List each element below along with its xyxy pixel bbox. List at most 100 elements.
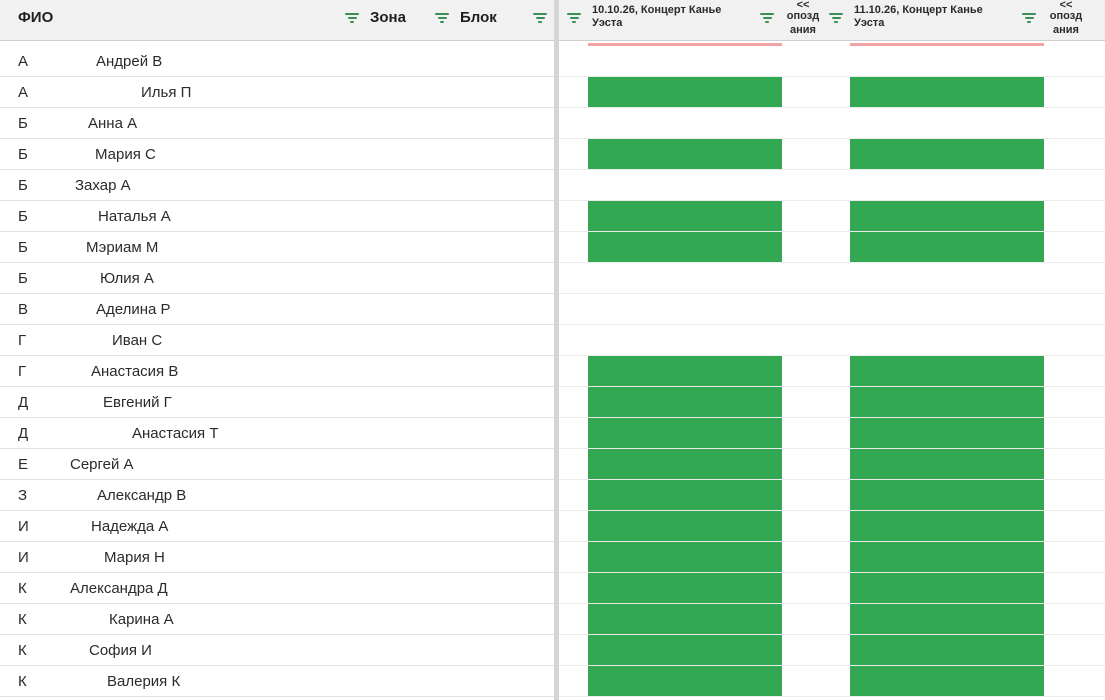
name-cell[interactable]: Наталья А: [98, 208, 171, 225]
filter-icon-event1[interactable]: [567, 13, 581, 25]
event1-attended-cell[interactable]: [588, 387, 782, 418]
table-row[interactable]: Г Иван С: [0, 325, 1105, 356]
zone-cell[interactable]: Б: [18, 146, 28, 163]
table-row[interactable]: Б Захар А: [0, 170, 1105, 201]
name-cell[interactable]: Евгений Г: [103, 394, 172, 411]
event1-attended-cell[interactable]: [588, 635, 782, 666]
header-late2-line2[interactable]: опозд: [1046, 11, 1086, 22]
table-row[interactable]: Б Анна А: [0, 108, 1105, 139]
event2-attended-cell[interactable]: [850, 418, 1044, 449]
table-row[interactable]: Д Анастасия Т: [0, 418, 1105, 449]
zone-cell[interactable]: И: [18, 518, 29, 535]
zone-cell[interactable]: Б: [18, 115, 28, 132]
table-row[interactable]: И Мария Н: [0, 542, 1105, 573]
event2-attended-cell[interactable]: [850, 77, 1044, 108]
table-row[interactable]: И Надежда А: [0, 511, 1105, 542]
header-late2-line3[interactable]: ания: [1046, 25, 1086, 36]
header-late1-line3[interactable]: ания: [783, 25, 823, 36]
event1-attended-cell[interactable]: [588, 542, 782, 573]
table-row[interactable]: Б Мария С: [0, 139, 1105, 170]
table-row[interactable]: А Илья П: [0, 77, 1105, 108]
zone-cell[interactable]: Е: [18, 456, 28, 473]
zone-cell[interactable]: Б: [18, 239, 28, 256]
name-cell[interactable]: Илья П: [141, 84, 191, 101]
frozen-columns-divider[interactable]: [554, 0, 559, 700]
event2-attended-cell[interactable]: [850, 232, 1044, 263]
table-row[interactable]: К София И: [0, 635, 1105, 666]
event1-attended-cell[interactable]: [588, 604, 782, 635]
zone-cell[interactable]: К: [18, 673, 27, 690]
header-event1-line1[interactable]: 10.10.26, Концерт Канье: [592, 5, 721, 16]
filter-icon-event1-end[interactable]: [760, 13, 774, 25]
event2-attended-cell[interactable]: [850, 635, 1044, 666]
zone-cell[interactable]: З: [18, 487, 27, 504]
event2-attended-cell[interactable]: [850, 542, 1044, 573]
event1-attended-cell[interactable]: [588, 201, 782, 232]
header-event2-line1[interactable]: 11.10.26, Концерт Канье: [854, 5, 983, 16]
event1-attended-cell[interactable]: [588, 480, 782, 511]
zone-cell[interactable]: Б: [18, 177, 28, 194]
header-blok[interactable]: Блок: [460, 9, 497, 26]
table-row[interactable]: А Андрей В: [0, 46, 1105, 77]
event1-attended-cell[interactable]: [588, 139, 782, 170]
header-event2-line2[interactable]: Уэста: [854, 18, 884, 29]
name-cell[interactable]: Карина А: [109, 611, 174, 628]
zone-cell[interactable]: К: [18, 611, 27, 628]
filter-icon-event2-end[interactable]: [1022, 13, 1036, 25]
event2-attended-cell[interactable]: [850, 573, 1044, 604]
zone-cell[interactable]: Д: [18, 394, 28, 411]
table-row[interactable]: Д Евгений Г: [0, 387, 1105, 418]
table-row[interactable]: К Валерия К: [0, 666, 1105, 697]
filter-icon-blok[interactable]: [435, 13, 449, 25]
name-cell[interactable]: Сергей А: [70, 456, 134, 473]
event2-attended-cell[interactable]: [850, 356, 1044, 387]
header-late1-line2[interactable]: опозд: [783, 11, 823, 22]
filter-icon-zona[interactable]: [345, 13, 359, 25]
table-row[interactable]: Б Юлия А: [0, 263, 1105, 294]
zone-cell[interactable]: Б: [18, 270, 28, 287]
event1-attended-cell[interactable]: [588, 511, 782, 542]
table-row[interactable]: З Александр В: [0, 480, 1105, 511]
name-cell[interactable]: Захар А: [75, 177, 131, 194]
event2-attended-cell[interactable]: [850, 387, 1044, 418]
zone-cell[interactable]: Г: [18, 363, 26, 380]
table-row[interactable]: Е Сергей А: [0, 449, 1105, 480]
name-cell[interactable]: Мария Н: [104, 549, 165, 566]
zone-cell[interactable]: Д: [18, 425, 28, 442]
table-row[interactable]: Б Наталья А: [0, 201, 1105, 232]
name-cell[interactable]: Александр В: [97, 487, 186, 504]
name-cell[interactable]: Юлия А: [100, 270, 154, 287]
table-row[interactable]: К Карина А: [0, 604, 1105, 635]
event1-attended-cell[interactable]: [588, 356, 782, 387]
zone-cell[interactable]: А: [18, 53, 28, 70]
name-cell[interactable]: Андрей В: [96, 53, 162, 70]
zone-cell[interactable]: И: [18, 549, 29, 566]
name-cell[interactable]: Анастасия Т: [132, 425, 219, 442]
event2-attended-cell[interactable]: [850, 666, 1044, 697]
zone-cell[interactable]: В: [18, 301, 28, 318]
zone-cell[interactable]: К: [18, 642, 27, 659]
event2-attended-cell[interactable]: [850, 201, 1044, 232]
event2-attended-cell[interactable]: [850, 480, 1044, 511]
event1-attended-cell[interactable]: [588, 77, 782, 108]
table-row[interactable]: К Александра Д: [0, 573, 1105, 604]
header-fio[interactable]: ФИО: [18, 9, 53, 26]
name-cell[interactable]: Аделина Р: [96, 301, 171, 318]
event1-attended-cell[interactable]: [588, 418, 782, 449]
table-row[interactable]: Г Анастасия В: [0, 356, 1105, 387]
zone-cell[interactable]: Г: [18, 332, 26, 349]
zone-cell[interactable]: А: [18, 84, 28, 101]
name-cell[interactable]: Мария С: [95, 146, 156, 163]
event2-attended-cell[interactable]: [850, 449, 1044, 480]
name-cell[interactable]: Иван С: [112, 332, 162, 349]
name-cell[interactable]: Анастасия В: [91, 363, 178, 380]
filter-icon-blok-end[interactable]: [533, 13, 547, 25]
event1-attended-cell[interactable]: [588, 449, 782, 480]
event1-attended-cell[interactable]: [588, 232, 782, 263]
name-cell[interactable]: София И: [89, 642, 152, 659]
name-cell[interactable]: Надежда А: [91, 518, 168, 535]
event2-attended-cell[interactable]: [850, 511, 1044, 542]
zone-cell[interactable]: К: [18, 580, 27, 597]
table-row[interactable]: Б Мэриам М: [0, 232, 1105, 263]
header-zona[interactable]: Зона: [370, 9, 406, 26]
